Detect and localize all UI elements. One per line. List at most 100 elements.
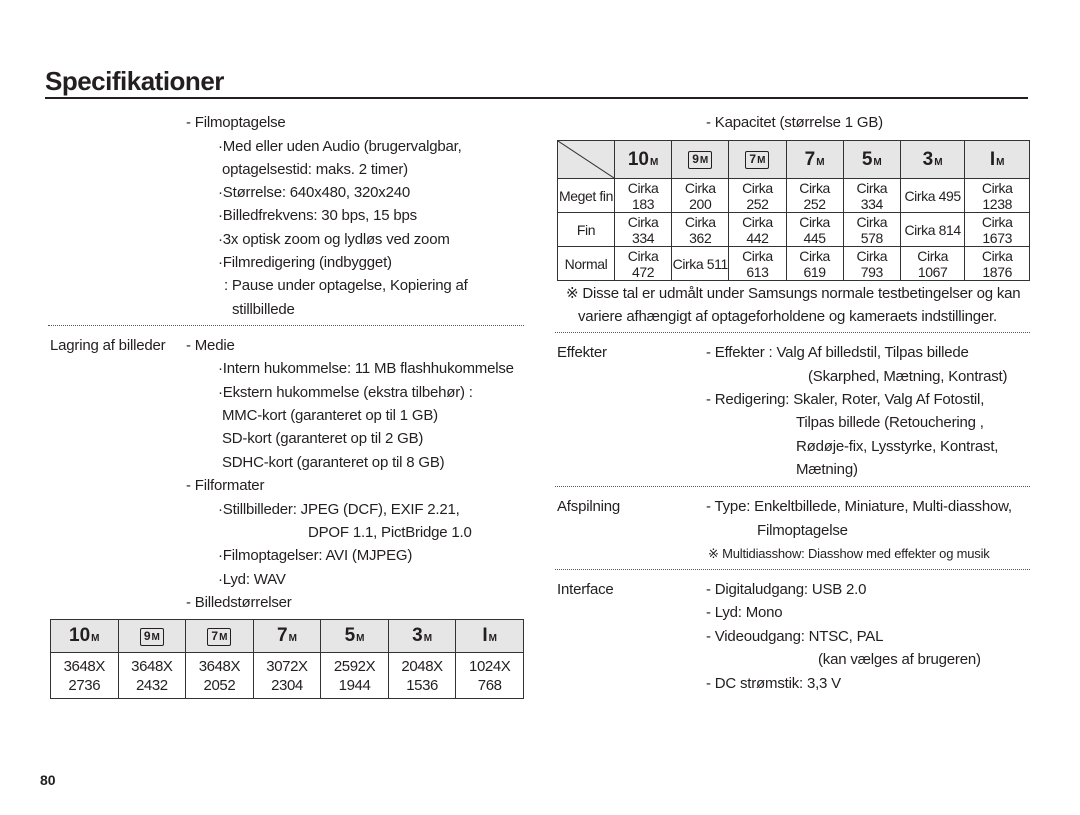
- effects-line: Tilpas billede (Retouchering ,: [796, 414, 984, 431]
- divider: [555, 569, 1030, 570]
- note-line: ※ Disse tal er udmålt under Samsungs nor…: [566, 285, 1021, 302]
- table-header-row: 10M 9M 7M 7M 5M 3M IM: [50, 619, 524, 653]
- capacity-cell: Cirka 334: [842, 178, 901, 213]
- capacity-cell: Cirka 445: [785, 212, 844, 247]
- sizes-heading: - Billedstørrelser: [186, 594, 292, 611]
- diagonal-line: [558, 141, 614, 178]
- storage-label: Lagring af billeder: [50, 337, 166, 354]
- effects-line: - Effekter : Valg Af billedstil, Tilpas …: [706, 344, 969, 361]
- quality-label: Fin: [557, 212, 615, 247]
- interface-line: - DC strømstik: 3,3 V: [706, 675, 841, 692]
- effects-line: - Redigering: Skaler, Roter, Valg Af Fot…: [706, 391, 985, 408]
- resolution-10M-icon: 10M: [627, 148, 659, 170]
- resolution-7M-icon: 7M: [745, 151, 770, 169]
- media-line: MMC-kort (garanteret op til 1 GB): [222, 407, 438, 424]
- divider: [555, 332, 1030, 333]
- capacity-cell: Cirka 578: [842, 212, 901, 247]
- resolution-3M-icon: 3M: [922, 148, 943, 170]
- header-cell: IM: [964, 140, 1030, 179]
- capacity-cell: Cirka 619: [785, 246, 844, 281]
- capacity-cell: Cirka 1673: [964, 212, 1030, 247]
- resolution-5M-icon: 5M: [861, 148, 882, 170]
- effects-line: Mætning): [796, 461, 858, 478]
- capacity-cell: Cirka 1238: [964, 178, 1030, 213]
- resolution-5M-icon: 5M: [344, 625, 365, 646]
- image-sizes-table: 10M 9M 7M 7M 5M 3M IM 3648X 2736 3648X 2432 3648X 20…: [50, 619, 524, 699]
- film-line: ·Størrelse: 640x480, 320x240: [218, 184, 411, 201]
- capacity-cell: Cirka 1876: [964, 246, 1030, 281]
- format-line: DPOF 1.1, PictBridge 1.0: [308, 524, 472, 541]
- playback-line: - Type: Enkeltbillede, Miniature, Multi-…: [706, 498, 1012, 515]
- capacity-cell: Cirka 511: [671, 246, 730, 281]
- format-line: ·Filmoptagelser: AVI (MJPEG): [218, 547, 413, 564]
- quality-label: Normal: [557, 246, 615, 281]
- interface-label: Interface: [557, 581, 614, 598]
- header-cell: 10M: [613, 140, 673, 179]
- header-cell: 9M: [671, 140, 730, 179]
- size-cell: 2048X 1536: [387, 652, 457, 699]
- interface-line: - Lyd: Mono: [706, 604, 783, 621]
- playback-note: ※ Multidiasshow: Diasshow med effekter o…: [708, 546, 990, 561]
- header-cell: 7M: [728, 140, 787, 179]
- interface-line: - Videoudgang: NTSC, PAL: [706, 628, 884, 645]
- interface-line: - Digitaludgang: USB 2.0: [706, 581, 867, 598]
- page-number: 80: [40, 772, 56, 788]
- header-cell: 9M: [117, 619, 187, 653]
- media-line: SD-kort (garanteret op til 2 GB): [222, 430, 424, 447]
- effects-line: Rødøje-fix, Lysstyrke, Kontrast,: [796, 438, 999, 455]
- table-row: 3648X 2736 3648X 2432 3648X 2052 3072X 2304 2592…: [50, 652, 524, 699]
- size-cell: 3648X 2432: [117, 652, 187, 699]
- size-cell: 3648X 2736: [50, 652, 119, 699]
- size-cell: 1024X 768: [455, 652, 524, 699]
- page-title: Specifikationer: [45, 66, 224, 96]
- resolution-3M-icon: 3M: [412, 625, 433, 646]
- playback-label: Afspilning: [557, 498, 621, 515]
- capacity-cell: Cirka 442: [728, 212, 787, 247]
- capacity-heading: - Kapacitet (størrelse 1 GB): [706, 114, 883, 131]
- resolution-IM-icon: IM: [989, 148, 1005, 170]
- format-heading: - Filformater: [186, 477, 265, 494]
- film-line: optagelsestid: maks. 2 timer): [222, 161, 408, 178]
- media-heading: - Medie: [186, 337, 235, 354]
- resolution-7M-icon: 7M: [207, 627, 232, 646]
- resolution-7M-icon: 7M: [804, 148, 825, 170]
- capacity-cell: Cirka 613: [728, 246, 787, 281]
- header-cell: 5M: [320, 619, 389, 653]
- effects-line: (Skarphed, Mætning, Kontrast): [808, 368, 1008, 385]
- film-line: ·Filmredigering (indbygget): [218, 254, 392, 271]
- table-header-row: 10M 9M 7M 7M 5M 3M IM: [557, 140, 1030, 179]
- header-cell: 5M: [842, 140, 901, 179]
- capacity-cell: Cirka 472: [613, 246, 673, 281]
- size-cell: 2592X 1944: [320, 652, 389, 699]
- capacity-table: 10M 9M 7M 7M 5M 3M IM Meget fin Cirka 183 Cirka 2…: [557, 140, 1030, 281]
- divider: [48, 325, 524, 326]
- media-line: SDHC-kort (garanteret op til 8 GB): [222, 454, 445, 471]
- effects-label: Effekter: [557, 344, 607, 361]
- interface-line: (kan vælges af brugeren): [818, 651, 981, 668]
- resolution-9M-icon: 9M: [688, 151, 713, 169]
- header-cell: IM: [455, 619, 524, 653]
- note-line: variere afhængigt af optageforholdene og…: [578, 308, 997, 325]
- corner-cell: [557, 140, 615, 179]
- format-line: ·Lyd: WAV: [218, 571, 286, 588]
- format-line: ·Stillbilleder: JPEG (DCF), EXIF 2.21,: [218, 501, 460, 518]
- capacity-cell: Cirka 200: [671, 178, 730, 213]
- capacity-cell: Cirka 495: [899, 178, 966, 213]
- header-cell: 7M: [252, 619, 322, 653]
- title-rule: [45, 97, 1028, 99]
- capacity-cell: Cirka 1067: [899, 246, 966, 281]
- resolution-9M-icon: 9M: [139, 627, 164, 646]
- table-row: Normal Cirka 472 Cirka 511 Cirka 613 Cirka 6…: [557, 246, 1030, 281]
- capacity-cell: Cirka 814: [899, 212, 966, 247]
- header-cell: 3M: [387, 619, 457, 653]
- table-row: Meget fin Cirka 183 Cirka 200 Cirka 252 Cirk…: [557, 178, 1030, 213]
- film-line: : Pause under optagelse, Kopiering af: [224, 277, 468, 294]
- film-line: stillbillede: [232, 301, 295, 318]
- capacity-cell: Cirka 183: [613, 178, 673, 213]
- film-line: ·Med eller uden Audio (brugervalgbar,: [218, 138, 462, 155]
- divider: [555, 486, 1030, 487]
- media-line: ·Intern hukommelse: 11 MB flashhukommels…: [218, 360, 514, 377]
- playback-line: Filmoptagelse: [757, 522, 848, 539]
- film-heading: - Filmoptagelse: [186, 114, 286, 131]
- capacity-cell: Cirka 362: [671, 212, 730, 247]
